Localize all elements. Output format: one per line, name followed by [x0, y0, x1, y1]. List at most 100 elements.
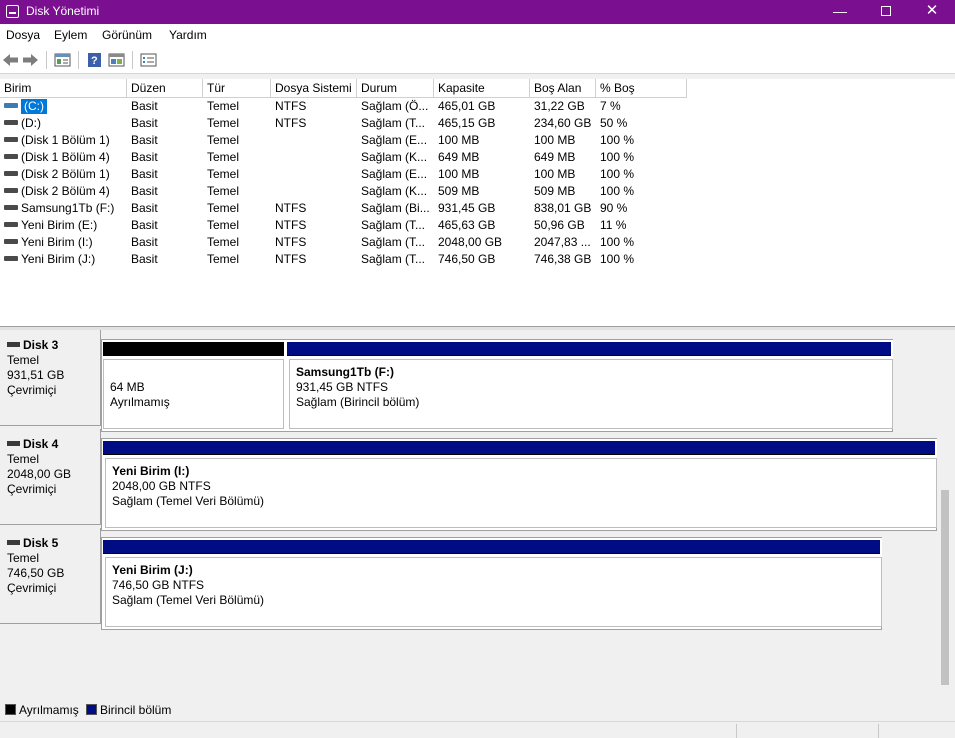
volume-icon [4, 205, 18, 211]
cell-kapasite: 100 MB [438, 133, 480, 147]
properties-icon[interactable] [54, 52, 71, 68]
volume-name: Samsung1Tb (F:) [21, 201, 115, 215]
menu-dosya[interactable]: Dosya [6, 28, 40, 42]
cell-tur: Temel [207, 167, 240, 181]
cell-duzen: Basit [131, 201, 158, 215]
legend-label-primary: Birincil bölüm [100, 703, 172, 717]
forward-arrow-icon[interactable] [22, 52, 39, 68]
table-row[interactable]: (Disk 1 Bölüm 4) Basit Temel Sağlam (K... 64… [0, 149, 955, 166]
minimize-button[interactable]: — [817, 0, 863, 24]
cell-birim: Yeni Birim (E:) [0, 217, 127, 234]
menu-yardim[interactable]: Yardım [169, 28, 207, 42]
cell-kapasite: 100 MB [438, 167, 480, 181]
table-row[interactable]: Yeni Birim (E:) Basit Temel NTFS Sağlam (T..… [0, 217, 955, 234]
volume-icon [4, 137, 18, 143]
disk-status: Çevrimiçi [7, 482, 57, 496]
partition-size: 746,50 GB NTFS [112, 578, 205, 592]
cell-bos-alan: 509 MB [534, 184, 576, 198]
volume-icon [4, 239, 18, 245]
toolbar: ? [0, 46, 955, 74]
maximize-button[interactable] [863, 0, 909, 24]
table-row[interactable]: Samsung1Tb (F:) Basit Temel NTFS Sağlam (Bi.… [0, 200, 955, 217]
cell-durum: Sağlam (Bi... [361, 201, 430, 215]
cell-bos-alan: 2047,83 ... [534, 235, 591, 249]
cell-birim: (D:) [0, 115, 127, 132]
volume-icon [4, 222, 18, 228]
column-header-bos-alan[interactable]: Boş Alan [530, 79, 596, 98]
list-view-icon[interactable] [140, 52, 157, 68]
volume-name: (Disk 1 Bölüm 4) [21, 150, 110, 164]
cell-duzen: Basit [131, 150, 158, 164]
cell-dosya-sistemi [271, 166, 357, 183]
cell-dosya-sistemi: NTFS [275, 235, 307, 249]
cell-duzen: Basit [131, 99, 158, 113]
cell-dosya-sistemi: NTFS [275, 99, 307, 113]
menu-bar: Dosya Eylem Görünüm Yardım [0, 24, 955, 46]
disk-size: 746,50 GB [7, 566, 65, 580]
cell-bos-alan: 100 MB [534, 167, 576, 181]
volume-icon [4, 256, 18, 262]
volume-name: (C:) [21, 99, 47, 114]
table-row[interactable]: (Disk 2 Bölüm 4) Basit Temel Sağlam (K... 50… [0, 183, 955, 200]
cell-bos-alan: 50,96 GB [534, 218, 585, 232]
menu-eylem[interactable]: Eylem [54, 28, 87, 42]
menu-gorunum[interactable]: Görünüm [102, 28, 152, 42]
column-header-birim[interactable]: Birim [0, 79, 127, 98]
vertical-scrollbar[interactable] [941, 490, 949, 685]
volume-name: (D:) [21, 116, 41, 130]
column-header-durum[interactable]: Durum [357, 79, 434, 98]
column-header-dosya-sistemi[interactable]: Dosya Sistemi [271, 79, 357, 98]
cell-kapasite: 509 MB [438, 184, 480, 198]
cell-tur: Temel [207, 150, 240, 164]
cell-yuzde-bos: 100 % [600, 167, 635, 181]
cell-duzen: Basit [131, 116, 158, 130]
cell-dosya-sistemi: NTFS [275, 218, 307, 232]
volume-name: Yeni Birim (I:) [21, 235, 93, 249]
column-header-yuzde-bos[interactable]: % Boş [596, 79, 687, 98]
table-row[interactable]: (C:) Basit Temel NTFS Sağlam (Ö... 465,01 GB 3… [0, 98, 955, 115]
cell-dosya-sistemi: NTFS [275, 252, 307, 266]
legend-label-unallocated: Ayrılmamış [19, 703, 79, 717]
column-header-kapasite[interactable]: Kapasite [434, 79, 530, 98]
cell-bos-alan: 100 MB [534, 133, 576, 147]
cell-kapasite: 746,50 GB [438, 252, 496, 266]
volume-name: (Disk 2 Bölüm 1) [21, 167, 110, 181]
cell-birim: Yeni Birim (J:) [0, 251, 127, 268]
cell-dosya-sistemi: NTFS [275, 116, 307, 130]
column-header-tur[interactable]: Tür [203, 79, 271, 98]
partition-status: Sağlam (Temel Veri Bölümü) [112, 494, 265, 508]
disk-info-5[interactable]: Disk 5 Temel 746,50 GB Çevrimiçi [0, 528, 101, 624]
partition-body: 64 MB Ayrılmamış [103, 359, 284, 429]
partition-volume-name: Samsung1Tb (F:) [296, 365, 394, 379]
partition-row: 64 MB Ayrılmamış Samsung1Tb (F:) 931,45 GB … [101, 339, 893, 432]
partition-volume-name: Yeni Birim (J:) [112, 563, 193, 577]
column-header-duzen[interactable]: Düzen [127, 79, 203, 98]
table-row[interactable]: (Disk 1 Bölüm 1) Basit Temel Sağlam (E... 10… [0, 132, 955, 149]
disk-name: Disk 4 [23, 437, 59, 451]
disk-name: Disk 5 [23, 536, 59, 550]
table-row[interactable]: (Disk 2 Bölüm 1) Basit Temel Sağlam (E... 10… [0, 166, 955, 183]
partition-status: Sağlam (Temel Veri Bölümü) [112, 593, 265, 607]
partition-header-bar [103, 540, 880, 554]
partition-volume-name: Yeni Birim (I:) [112, 464, 190, 478]
cell-duzen: Basit [131, 184, 158, 198]
primary-partition[interactable]: Yeni Birim (I:) 2048,00 GB NTFS Sağlam (Te… [103, 439, 937, 528]
unallocated-partition[interactable]: 64 MB Ayrılmamış [103, 340, 286, 429]
close-button[interactable]: ✕ [909, 0, 955, 24]
back-arrow-icon[interactable] [2, 52, 19, 68]
primary-partition[interactable]: Yeni Birim (J:) 746,50 GB NTFS Sağlam (Tem… [103, 538, 882, 627]
disk-info-3[interactable]: Disk 3 Temel 931,51 GB Çevrimiçi [0, 330, 101, 426]
partition-header-bar [103, 441, 935, 455]
volume-list-header: Birim Düzen Tür Dosya Sistemi Durum Kapa… [0, 79, 955, 98]
help-icon[interactable]: ? [86, 52, 103, 68]
cell-kapasite: 465,63 GB [438, 218, 496, 232]
primary-partition[interactable]: Samsung1Tb (F:) 931,45 GB NTFS Sağlam (Bir… [287, 340, 893, 429]
table-row[interactable]: Yeni Birim (J:) Basit Temel NTFS Sağlam (T..… [0, 251, 955, 268]
table-row[interactable]: (D:) Basit Temel NTFS Sağlam (T... 465,15 GB 2… [0, 115, 955, 132]
disk-info-4[interactable]: Disk 4 Temel 2048,00 GB Çevrimiçi [0, 429, 101, 525]
cell-yuzde-bos: 50 % [600, 116, 628, 130]
table-row[interactable]: Yeni Birim (I:) Basit Temel NTFS Sağlam (T..… [0, 234, 955, 251]
refresh-view-icon[interactable] [108, 52, 125, 68]
cell-duzen: Basit [131, 218, 158, 232]
cell-durum: Sağlam (T... [361, 252, 426, 266]
